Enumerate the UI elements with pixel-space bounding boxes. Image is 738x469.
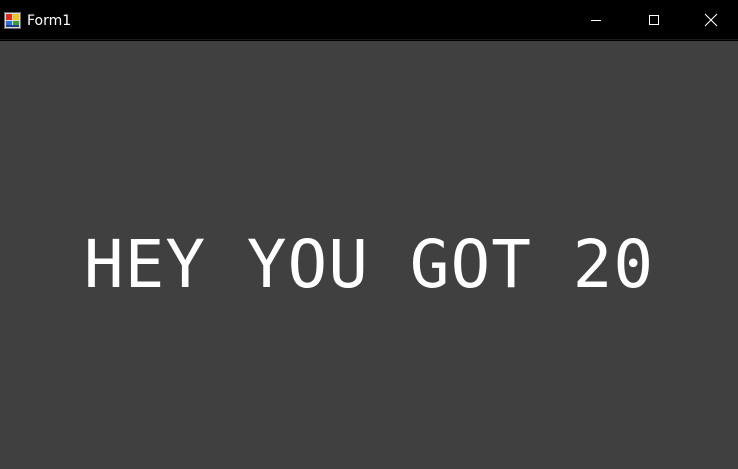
window-title: Form1 — [27, 13, 72, 29]
close-button[interactable] — [683, 0, 738, 40]
title-bar[interactable]: Form1 — [0, 0, 738, 40]
maximize-button[interactable] — [625, 0, 683, 40]
app-icon[interactable] — [4, 12, 21, 29]
maximize-icon — [649, 15, 659, 25]
minimize-button[interactable] — [567, 0, 625, 40]
close-icon — [704, 13, 717, 27]
minimize-icon — [591, 20, 601, 21]
form-client-area: HEY YOU GOT 20 — [0, 41, 738, 469]
form1-window: Form1 HEY YOU GOT 20 — [0, 0, 738, 469]
result-message-label: HEY YOU GOT 20 — [83, 226, 655, 303]
